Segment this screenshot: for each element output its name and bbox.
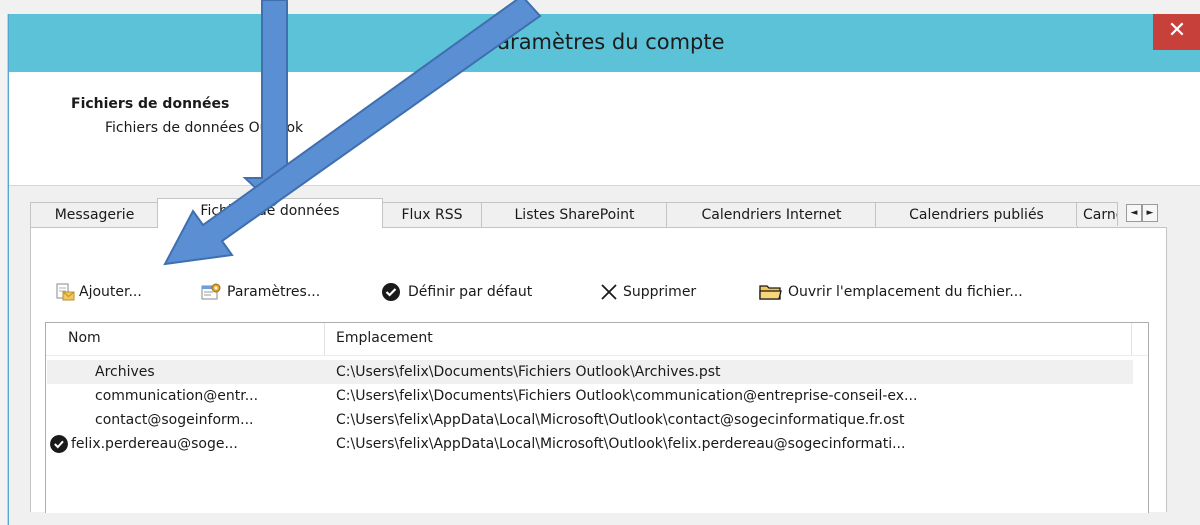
tab-carnets[interactable]: Carnets [1076, 202, 1118, 226]
tab-listes-sharepoint[interactable]: Listes SharePoint [481, 202, 668, 227]
tab-fichiers-de-donnees[interactable]: Fichiers de données [157, 198, 383, 228]
tab-flux-rss[interactable]: Flux RSS [381, 202, 483, 227]
tab-messagerie[interactable]: Messagerie [30, 202, 159, 227]
row-location: C:\Users\felix\AppData\Local\Microsoft\O… [336, 436, 906, 452]
list-item[interactable]: contact@sogeinform... C:\Users\felix\App… [47, 408, 1133, 432]
dialog-titlebar: Paramètres du compte ✕ [9, 14, 1200, 72]
row-location: C:\Users\felix\Documents\Fichiers Outloo… [336, 388, 918, 404]
dialog-title: Paramètres du compte [485, 30, 725, 54]
row-name: Archives [95, 364, 155, 380]
section-title: Fichiers de données [71, 96, 230, 112]
add-file-icon [56, 283, 75, 301]
list-header: Nom Emplacement [46, 323, 1148, 356]
data-files-tab-panel: Ajouter... Paramètres... Définir par déf… [30, 227, 1167, 513]
tab-scroll-right-button[interactable]: ► [1142, 204, 1158, 222]
settings-button-label: Paramètres... [227, 284, 321, 300]
open-location-button-label: Ouvrir l'emplacement du fichier... [788, 284, 1023, 300]
set-default-button-label: Définir par défaut [408, 284, 533, 300]
background-window-edge [0, 14, 8, 525]
section-subtitle: Fichiers de données Outlook [105, 120, 304, 136]
settings-icon [201, 283, 221, 300]
add-button[interactable]: Ajouter... [55, 280, 197, 304]
column-divider[interactable] [1131, 323, 1132, 355]
remove-button-label: Supprimer [623, 284, 697, 300]
remove-button[interactable]: Supprimer [599, 280, 749, 304]
column-header-name[interactable]: Nom [68, 330, 101, 346]
background-window-strip [0, 0, 1200, 15]
data-files-list: Nom Emplacement Archives C:\Users\felix\… [45, 322, 1149, 513]
row-name: contact@sogeinform... [95, 412, 254, 428]
list-item[interactable]: felix.perdereau@soge... C:\Users\felix\A… [47, 432, 1133, 456]
row-location: C:\Users\felix\Documents\Fichiers Outloo… [336, 364, 721, 380]
list-item[interactable]: Archives C:\Users\felix\Documents\Fichie… [47, 360, 1133, 384]
column-divider[interactable] [324, 323, 325, 355]
default-check-icon [50, 435, 68, 453]
tab-calendriers-publies[interactable]: Calendriers publiés [875, 202, 1078, 227]
row-name: communication@entr... [95, 388, 259, 404]
tab-strip: Messagerie Fichiers de données Flux RSS … [30, 198, 1165, 228]
settings-button[interactable]: Paramètres... [201, 280, 381, 304]
folder-icon [759, 285, 782, 300]
add-button-label: Ajouter... [79, 284, 142, 300]
row-name: felix.perdereau@soge... [71, 436, 238, 452]
open-location-button[interactable]: Ouvrir l'emplacement du fichier... [759, 280, 1139, 304]
row-location: C:\Users\felix\AppData\Local\Microsoft\O… [336, 412, 905, 428]
set-default-button[interactable]: Définir par défaut [381, 280, 586, 304]
delete-x-icon [601, 284, 617, 300]
dialog-header-panel: Fichiers de données Fichiers de données … [9, 72, 1200, 186]
close-button[interactable]: ✕ [1153, 14, 1200, 50]
tab-scroll-left-button[interactable]: ◄ [1126, 204, 1142, 222]
check-circle-icon [382, 283, 400, 301]
list-item[interactable]: communication@entr... C:\Users\felix\Doc… [47, 384, 1133, 408]
column-header-location[interactable]: Emplacement [336, 330, 433, 346]
tab-calendriers-internet[interactable]: Calendriers Internet [666, 202, 877, 227]
